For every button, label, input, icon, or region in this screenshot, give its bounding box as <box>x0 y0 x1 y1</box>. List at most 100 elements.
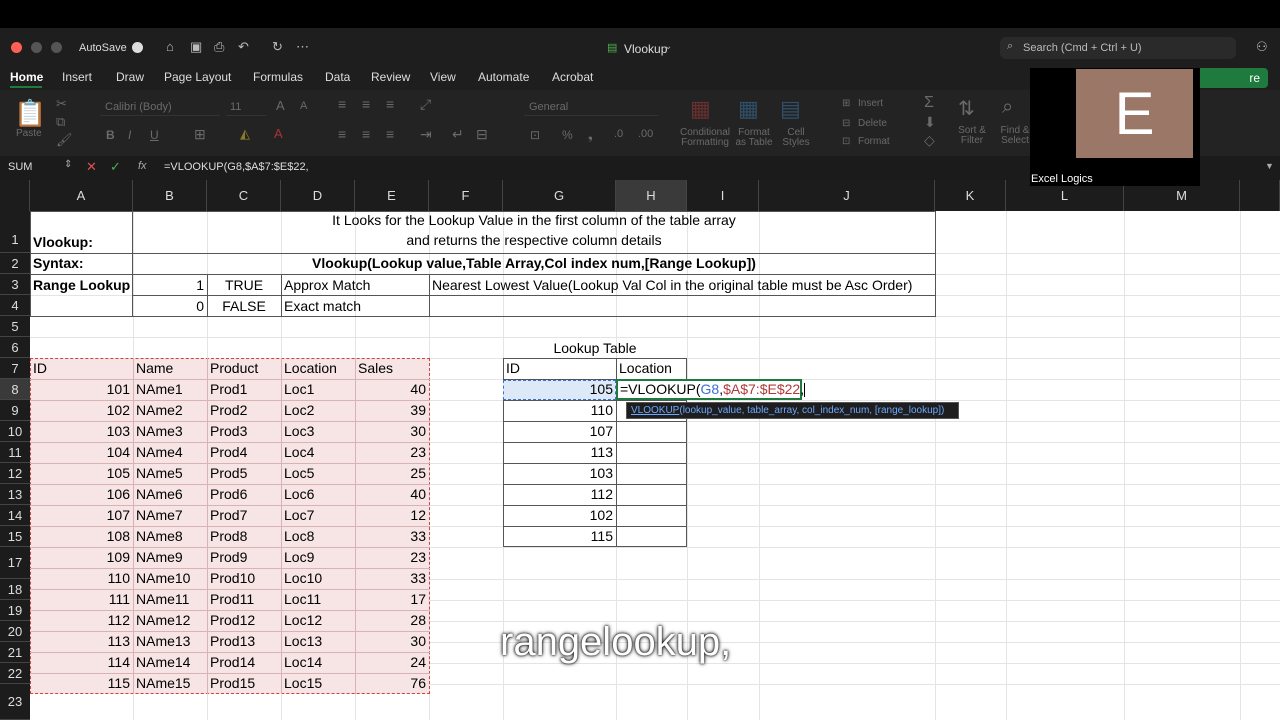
tab-home[interactable]: Home <box>10 70 43 84</box>
table-cell[interactable]: 108 <box>30 526 133 547</box>
table-cell[interactable]: NAme7 <box>133 505 207 526</box>
table-cell[interactable]: 24 <box>355 652 429 673</box>
column-header-k[interactable]: K <box>935 180 1006 211</box>
table-cell[interactable]: 28 <box>355 610 429 631</box>
share-people-icon[interactable]: ⚇ <box>1256 39 1268 55</box>
select-all-corner[interactable] <box>0 180 30 211</box>
wrap-text-icon[interactable]: ↵ <box>452 126 464 143</box>
align-right-icon[interactable]: ≡ <box>386 126 394 142</box>
column-header-d[interactable]: D <box>281 180 355 211</box>
row-header-4[interactable]: 4 <box>0 295 30 316</box>
decrease-decimal-icon[interactable]: .00 <box>638 128 653 140</box>
decrease-font-icon[interactable]: A <box>300 100 307 112</box>
more-icon[interactable]: ⋯ <box>296 39 309 55</box>
table-cell[interactable]: Loc2 <box>281 400 355 421</box>
table-cell[interactable]: NAme9 <box>133 547 207 568</box>
lookup-location-cell[interactable] <box>616 505 687 526</box>
table-cell[interactable]: 105 <box>30 463 133 484</box>
lookup-id-cell[interactable]: 110 <box>503 400 616 421</box>
table-cell[interactable]: 109 <box>30 547 133 568</box>
row-header-9[interactable]: 9 <box>0 400 30 421</box>
align-middle-icon[interactable]: ≡ <box>362 96 370 112</box>
expand-formula-bar-icon[interactable]: ▼ <box>1265 161 1274 171</box>
row-header-7[interactable]: 7 <box>0 358 30 379</box>
lookup-header-id[interactable]: ID <box>503 358 616 379</box>
save-icon[interactable]: ▣ <box>190 39 202 55</box>
lookup-id-cell[interactable]: 115 <box>503 526 616 547</box>
table-cell[interactable]: NAme11 <box>133 589 207 610</box>
find-select-label[interactable]: Find & Select <box>1000 126 1030 146</box>
table-cell[interactable]: Prod13 <box>207 631 281 652</box>
table-cell[interactable]: NAme1 <box>133 379 207 400</box>
table-cell[interactable]: Loc7 <box>281 505 355 526</box>
lookup-id-cell-g8[interactable]: 105 <box>503 379 616 400</box>
table-cell[interactable]: 114 <box>30 652 133 673</box>
font-size-select[interactable]: 11 <box>226 98 266 116</box>
cell-styles-label[interactable]: Cell Styles <box>778 128 814 148</box>
lookup-location-cell[interactable] <box>616 526 687 547</box>
table-cell[interactable]: 17 <box>355 589 429 610</box>
row-header-1[interactable]: 1 <box>0 211 30 253</box>
row-header-3[interactable]: 3 <box>0 274 30 295</box>
cancel-entry-icon[interactable]: ✕ <box>86 159 97 175</box>
align-center-icon[interactable]: ≡ <box>362 126 370 142</box>
table-cell[interactable]: Loc13 <box>281 631 355 652</box>
table-cell[interactable]: Loc4 <box>281 442 355 463</box>
column-header-e[interactable]: E <box>355 180 429 211</box>
conditional-formatting-label[interactable]: Conditional Formatting <box>676 128 734 148</box>
table-cell[interactable]: 30 <box>355 421 429 442</box>
print-icon[interactable]: ⎙ <box>214 39 224 55</box>
orientation-icon[interactable]: ⤢ <box>420 96 431 113</box>
percent-icon[interactable]: % <box>562 128 573 142</box>
formula-input[interactable]: =VLOOKUP(G8,$A$7:$E$22, <box>164 161 309 173</box>
table-cell[interactable]: 112 <box>30 610 133 631</box>
table-cell[interactable]: Prod4 <box>207 442 281 463</box>
table-cell[interactable]: 23 <box>355 547 429 568</box>
tab-review[interactable]: Review <box>371 70 410 84</box>
row-header-17[interactable]: 17 <box>0 547 30 579</box>
bold-icon[interactable]: B <box>106 128 115 142</box>
table-cell[interactable]: Prod1 <box>207 379 281 400</box>
table-cell[interactable]: 33 <box>355 568 429 589</box>
table-cell[interactable]: 30 <box>355 631 429 652</box>
tab-page-layout[interactable]: Page Layout <box>164 70 231 84</box>
table-cell[interactable]: Loc5 <box>281 463 355 484</box>
delete-cells-icon[interactable]: ⊟ <box>842 118 850 129</box>
autosave-toggle[interactable] <box>132 42 143 53</box>
table-cell[interactable]: Prod11 <box>207 589 281 610</box>
table-cell[interactable]: Loc1 <box>281 379 355 400</box>
table-cell[interactable]: Prod14 <box>207 652 281 673</box>
table-cell[interactable]: Prod6 <box>207 484 281 505</box>
row-header-8[interactable]: 8 <box>0 379 30 400</box>
lookup-location-cell[interactable] <box>616 463 687 484</box>
row-header-20[interactable]: 20 <box>0 621 30 642</box>
table-cell[interactable]: 40 <box>355 484 429 505</box>
increase-decimal-icon[interactable]: .0 <box>614 128 623 140</box>
tab-data[interactable]: Data <box>325 70 350 84</box>
home-icon[interactable]: ⌂ <box>166 39 174 54</box>
row-header-5[interactable]: 5 <box>0 316 30 337</box>
sort-filter-label[interactable]: Sort & Filter <box>956 126 988 146</box>
table-cell[interactable]: NAme2 <box>133 400 207 421</box>
format-cells-label[interactable]: Format <box>858 136 890 147</box>
table-cell[interactable]: 106 <box>30 484 133 505</box>
table-cell[interactable]: 104 <box>30 442 133 463</box>
format-as-table-label[interactable]: Format as Table <box>734 128 774 148</box>
table-cell[interactable]: NAme6 <box>133 484 207 505</box>
column-header-g[interactable]: G <box>503 180 616 211</box>
zoom-window-button[interactable] <box>51 42 62 53</box>
tab-draw[interactable]: Draw <box>116 70 144 84</box>
table-cell[interactable]: 101 <box>30 379 133 400</box>
share-button[interactable]: re <box>1196 68 1268 88</box>
font-family-select[interactable]: Calibri (Body) <box>100 98 220 116</box>
row-header-23[interactable]: 23 <box>0 684 30 720</box>
column-header-c[interactable]: C <box>207 180 281 211</box>
row-header-14[interactable]: 14 <box>0 505 30 526</box>
table-cell[interactable]: 33 <box>355 526 429 547</box>
table-cell[interactable]: NAme5 <box>133 463 207 484</box>
row-header-18[interactable]: 18 <box>0 579 30 600</box>
name-box-stepper-icon[interactable]: ⇕ <box>64 159 72 170</box>
tab-insert[interactable]: Insert <box>62 70 92 84</box>
paste-icon[interactable]: 📋 <box>14 98 46 129</box>
lookup-id-cell[interactable]: 113 <box>503 442 616 463</box>
